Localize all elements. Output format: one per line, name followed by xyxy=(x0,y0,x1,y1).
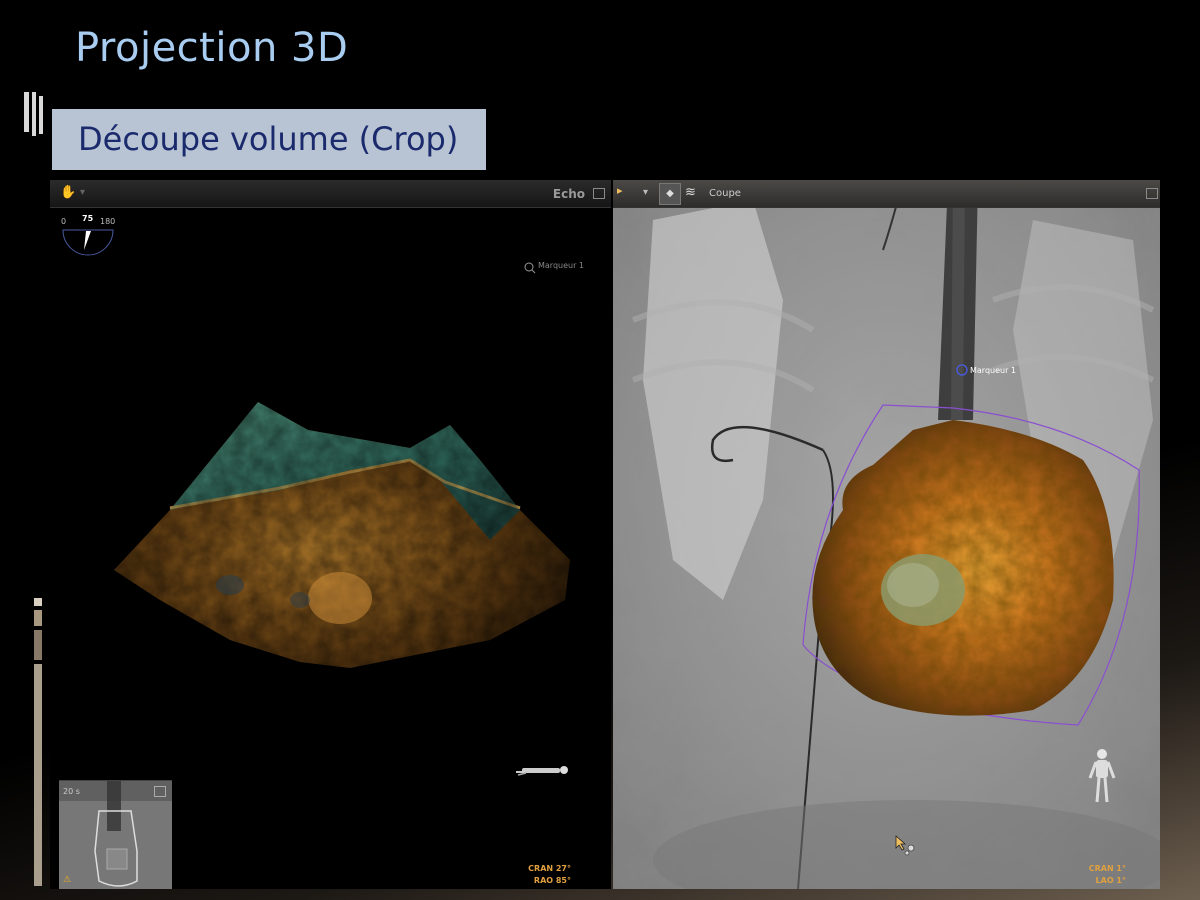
dial-gauge-icon xyxy=(62,229,114,256)
echo-angle-readout: CRAN 27° RAO 85° xyxy=(528,863,571,887)
echo-panel: ✋ ▾ Echo 0 75 180 Marqueur 1 20 s ⚠ CRAN… xyxy=(50,180,611,889)
echo-marker-label: Marqueur 1 xyxy=(538,261,585,270)
decoration-bar xyxy=(34,610,42,626)
decoration-bar xyxy=(24,92,29,132)
orientation-mannequin-icon xyxy=(1088,749,1116,803)
xray-thumbnail[interactable]: 20 s ⚠ xyxy=(59,780,172,889)
rotation-dial[interactable]: 0 75 180 xyxy=(58,214,118,256)
cursor-tool-icon[interactable]: ▸ xyxy=(617,184,623,197)
warning-icon: ⚠ xyxy=(63,875,72,885)
marker-icon xyxy=(524,262,536,274)
xray-angle-line-1: CRAN 1° xyxy=(1088,864,1126,873)
thumbnail-image xyxy=(94,781,138,887)
echo-toolbar: ✋ ▾ Echo xyxy=(50,180,611,208)
xray-fluoroscopy-image xyxy=(613,180,1160,889)
slide-title: Projection 3D xyxy=(75,25,349,71)
cut-mode-label[interactable]: Coupe xyxy=(709,188,741,199)
decoration-bar xyxy=(39,96,43,134)
xray-marker-label: Marqueur 1 xyxy=(970,366,1017,375)
maximize-icon[interactable] xyxy=(1146,188,1158,199)
layers-icon[interactable]: ≋ xyxy=(685,185,696,200)
hand-tool-icon[interactable]: ✋ xyxy=(60,185,76,200)
mouse-cursor-icon xyxy=(895,835,915,856)
decoration-bar xyxy=(34,630,42,660)
subtitle-box: Découpe volume (Crop) xyxy=(52,109,486,170)
echo-mode-label: Echo xyxy=(552,187,585,201)
xray-toolbar: ▸ ▾ ◆ ≋ Coupe xyxy=(613,180,1160,208)
chevron-down-icon[interactable]: ▾ xyxy=(643,187,648,198)
xray-angle-line-2: LAO 1° xyxy=(1095,876,1126,885)
volume-view-icon[interactable]: ◆ xyxy=(659,183,681,205)
xray-angle-readout: CRAN 1° LAO 1° xyxy=(1089,863,1126,887)
slide-subtitle: Découpe volume (Crop) xyxy=(78,120,459,158)
chevron-down-icon[interactable]: ▾ xyxy=(80,187,85,198)
decoration-bar xyxy=(32,92,36,136)
echo-angle-line-1: CRAN 27° xyxy=(528,864,571,873)
echo-angle-line-2: RAO 85° xyxy=(533,876,571,885)
patient-orientation-icon xyxy=(516,766,568,776)
slide-decoration xyxy=(0,0,50,900)
decoration-bar xyxy=(34,598,42,606)
maximize-icon[interactable] xyxy=(593,188,605,199)
decoration-bar xyxy=(34,664,42,886)
xray-panel: ▸ ▾ ◆ ≋ Coupe Marqueur 1 CRAN 1° LAO 1° xyxy=(613,180,1160,889)
